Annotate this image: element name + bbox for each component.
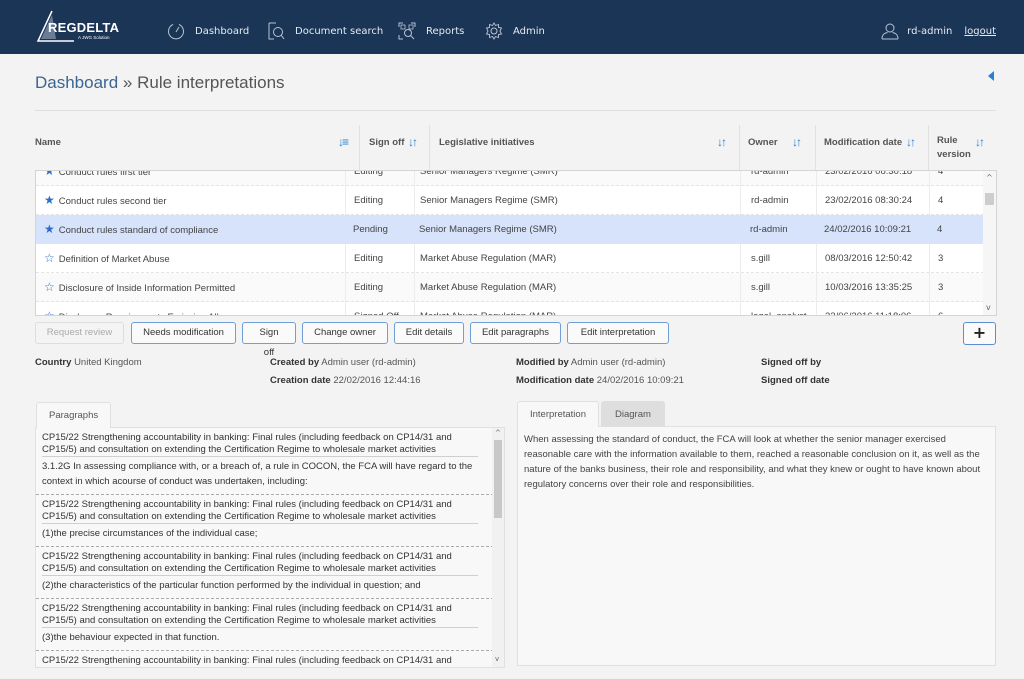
table-row-selected[interactable]: ★ Conduct rules standard of compliance Pe… xyxy=(36,215,984,244)
detail-creation-date: Creation date 22/02/2016 12:44:16 xyxy=(270,375,421,386)
scroll-down-arrow-icon[interactable]: v xyxy=(495,655,499,663)
tab-paragraphs[interactable]: Paragraphs xyxy=(36,402,112,428)
paragraph-item[interactable]: CP15/22 Strengthening accountability in … xyxy=(36,599,504,651)
logo-subtitle: A JWG Solution xyxy=(78,35,110,40)
username: rd-admin xyxy=(907,25,953,37)
sort-icon[interactable]: ↓↑ xyxy=(975,135,985,149)
detail-signed-off-by: Signed off by xyxy=(761,357,822,368)
nav-dashboard-label: Dashboard xyxy=(195,25,250,37)
nav-reports[interactable]: Reports xyxy=(398,20,464,42)
sort-icon[interactable]: ↓↑ xyxy=(717,135,727,149)
top-navigation-bar: REGDELTA A JWG Solution Dashboard Docume… xyxy=(0,0,1024,54)
sign-off-button[interactable]: Sign off xyxy=(242,322,296,358)
star-outline-icon[interactable]: ☆ xyxy=(44,280,55,294)
scrollbar-thumb[interactable] xyxy=(494,440,502,518)
sort-icon[interactable]: ↓↑ xyxy=(906,135,916,149)
breadcrumb: Dashboard » Rule interpretations xyxy=(35,73,285,93)
paragraphs-panel: CP15/22 Strengthening accountability in … xyxy=(35,427,505,668)
scroll-up-arrow-icon[interactable]: ^ xyxy=(495,429,501,437)
detail-modification-date: Modification date 24/02/2016 10:09:21 xyxy=(516,375,684,386)
logo-text: REGDELTA xyxy=(48,20,120,35)
scroll-up-arrow-icon[interactable]: ^ xyxy=(986,173,993,182)
star-filled-icon[interactable]: ★ xyxy=(44,222,55,236)
column-header-legislative-initiatives[interactable]: Legislative initiatives ↓↑ xyxy=(429,125,738,171)
sort-asc-icon[interactable]: ↓≡ xyxy=(338,135,349,149)
paragraph-item[interactable]: CP15/22 Strengthening accountability in … xyxy=(36,428,504,495)
needs-modification-button[interactable]: Needs modification xyxy=(131,322,236,344)
paragraph-item[interactable]: CP15/22 Strengthening accountability in … xyxy=(36,651,504,667)
column-header-rule-version[interactable]: Rule version ↓↑ xyxy=(928,125,996,171)
column-header-modification-date[interactable]: Modification date ↓↑ xyxy=(815,125,928,171)
star-filled-icon[interactable]: ★ xyxy=(44,193,55,207)
page-title: Rule interpretations xyxy=(137,73,285,92)
user-menu: rd-admin logout xyxy=(881,22,996,40)
change-owner-button[interactable]: Change owner xyxy=(302,322,388,344)
sort-icon[interactable]: ↓↑ xyxy=(792,135,802,149)
detail-modified-by: Modified by Admin user (rd-admin) xyxy=(516,357,666,368)
title-divider xyxy=(35,110,996,111)
column-header-name[interactable]: Name ↓≡ xyxy=(35,125,358,171)
nav-document-search[interactable]: Document search xyxy=(268,20,383,42)
user-icon xyxy=(881,23,899,40)
column-header-owner[interactable]: Owner ↓↑ xyxy=(739,125,815,171)
nav-dashboard[interactable]: Dashboard xyxy=(167,20,249,42)
detail-signed-off-date: Signed off date xyxy=(761,375,830,386)
add-button[interactable]: + xyxy=(963,322,996,345)
star-filled-icon[interactable]: ★ xyxy=(44,171,55,178)
nav-admin[interactable]: Admin xyxy=(485,20,545,42)
table-row[interactable]: ☆Disclosure Requirements Emission Allowa… xyxy=(36,302,984,315)
edit-details-button[interactable]: Edit details xyxy=(394,322,464,344)
dashboard-gauge-icon xyxy=(168,24,184,40)
sort-icon[interactable]: ↓↑ xyxy=(408,135,418,149)
table-header: Name ↓≡ Sign off ↓↑ Legislative initiati… xyxy=(35,125,996,171)
paragraph-item[interactable]: CP15/22 Strengthening accountability in … xyxy=(36,547,504,599)
edit-paragraphs-button[interactable]: Edit paragraphs xyxy=(470,322,561,344)
nav-reports-label: Reports xyxy=(426,25,465,37)
regdelta-logo[interactable]: REGDELTA A JWG Solution xyxy=(36,10,122,42)
star-outline-icon[interactable]: ☆ xyxy=(44,251,55,265)
edit-interpretation-button[interactable]: Edit interpretation xyxy=(567,322,669,344)
table-row[interactable]: ☆ Disclosure of Inside Information Permit… xyxy=(36,273,984,302)
tab-interpretation[interactable]: Interpretation xyxy=(517,401,599,427)
gear-icon xyxy=(485,22,503,40)
paragraph-item[interactable]: CP15/22 Strengthening accountability in … xyxy=(36,495,504,547)
table-row[interactable]: ☆ Definition of Market Abuse Editing Mark… xyxy=(36,244,984,273)
document-search-icon xyxy=(268,22,285,40)
nav-admin-label: Admin xyxy=(513,25,545,37)
interpretation-panel: When assessing the standard of conduct, … xyxy=(517,426,996,666)
interpretation-text: When assessing the standard of conduct, … xyxy=(524,434,981,490)
tab-diagram[interactable]: Diagram xyxy=(601,401,665,427)
request-review-button[interactable]: Request review xyxy=(35,322,124,344)
table-row[interactable]: ★ Conduct rules first tier Editing Senior… xyxy=(36,171,984,186)
breadcrumb-dashboard-link[interactable]: Dashboard xyxy=(35,73,118,92)
table-scrollbar[interactable]: ^ v xyxy=(983,171,996,315)
detail-created-by: Created by Admin user (rd-admin) xyxy=(270,357,416,368)
reports-scan-icon xyxy=(398,22,416,40)
collapse-panel-arrow-icon[interactable] xyxy=(988,71,994,81)
scrollbar-thumb[interactable] xyxy=(985,193,994,205)
logout-link[interactable]: logout xyxy=(964,26,996,37)
scroll-down-arrow-icon[interactable]: v xyxy=(986,303,991,312)
paragraphs-scrollbar[interactable]: ^ v xyxy=(492,428,504,667)
detail-country: Country United Kingdom xyxy=(35,357,142,368)
column-header-sign-off[interactable]: Sign off ↓↑ xyxy=(359,125,429,171)
nav-document-search-label: Document search xyxy=(295,25,384,37)
table-row[interactable]: ★ Conduct rules second tier Editing Senio… xyxy=(36,186,984,215)
breadcrumb-separator: » xyxy=(122,73,133,92)
star-outline-icon[interactable]: ☆ xyxy=(44,309,55,315)
rules-table: ★ Conduct rules first tier Editing Senior… xyxy=(35,170,997,316)
